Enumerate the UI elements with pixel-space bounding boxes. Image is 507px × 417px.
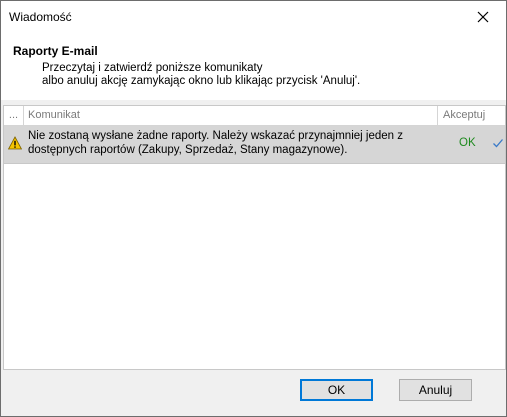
column-header-message[interactable]: Komunikat [24, 106, 438, 125]
header-instruction-line-2: albo anuluj akcję zamykając okno lub kli… [42, 75, 361, 87]
checkmark-icon[interactable] [492, 137, 504, 149]
grid-header: ... Komunikat Akceptuj [4, 106, 505, 126]
column-header-dots[interactable]: ... [4, 106, 24, 125]
table-row[interactable]: Nie zostaną wysłane żadne raporty. Należ… [4, 126, 505, 164]
message-dialog: Wiadomość Raporty E-mail Przeczytaj i za… [0, 0, 507, 417]
cancel-button[interactable]: Anuluj [399, 379, 472, 401]
close-button[interactable] [460, 1, 506, 32]
row-message: Nie zostaną wysłane żadne raporty. Należ… [28, 130, 403, 156]
warning-icon [8, 136, 22, 150]
close-icon [477, 11, 489, 22]
header-title: Raporty E-mail [13, 44, 98, 58]
row-status: OK [459, 137, 476, 149]
column-header-accept[interactable]: Akceptuj [438, 106, 505, 125]
ok-button[interactable]: OK [300, 379, 373, 401]
window-title: Wiadomość [9, 10, 72, 24]
title-bar: Wiadomość [1, 1, 506, 32]
messages-grid[interactable]: ... Komunikat Akceptuj Nie zostaną wysła… [3, 105, 506, 370]
header-instruction-line-1: Przeczytaj i zatwierdź poniższe komunika… [42, 62, 263, 74]
dialog-header: Raporty E-mail Przeczytaj i zatwierdź po… [1, 32, 506, 100]
